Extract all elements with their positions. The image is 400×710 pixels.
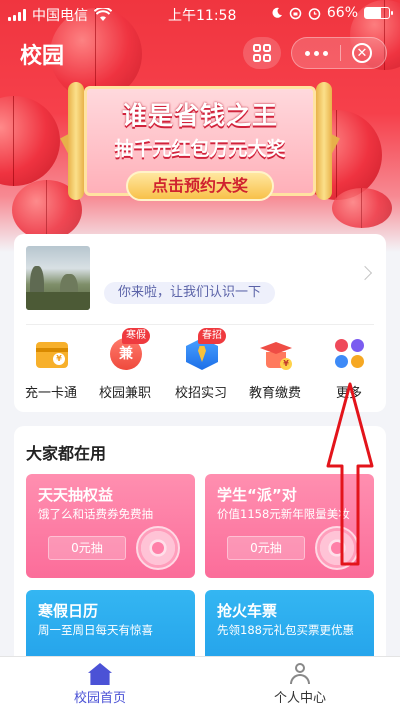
clock: 上午11:58 xyxy=(168,8,237,24)
section-title: 大家都在用 xyxy=(26,444,107,463)
carrier-label: 中国电信 xyxy=(32,8,88,24)
tab-label: 个人中心 xyxy=(273,691,326,706)
lantern-decoration xyxy=(332,188,392,228)
promo-banner[interactable]: 谁是省钱之王 抽千元红包万元大奖 点击预约大奖 xyxy=(68,76,332,208)
prize-wheel-icon xyxy=(136,526,180,570)
education-fee-icon: ¥ xyxy=(260,338,292,370)
lantern-decoration xyxy=(0,96,60,186)
moon-icon xyxy=(272,7,282,18)
battery-icon xyxy=(364,7,393,19)
promo-title: 学生“派”对 xyxy=(217,486,297,504)
scan-button[interactable] xyxy=(243,37,281,69)
alarm-icon xyxy=(308,7,321,20)
more-options-button[interactable] xyxy=(292,38,340,68)
quick-item-label: 校园兼职 xyxy=(98,386,151,401)
rotation-lock-icon xyxy=(289,7,302,19)
quick-item-part-time[interactable]: 兼 寒假 校园兼职 xyxy=(88,328,162,404)
season-badge: 春招 xyxy=(198,328,226,344)
promo-card-daily-draw[interactable]: 天天抽权益 饿了么和话费券免费抽 0元抽 xyxy=(26,474,195,578)
avatar[interactable] xyxy=(26,246,90,310)
free-draw-button[interactable]: 0元抽 xyxy=(48,536,126,560)
mini-program-capsule: ✕ xyxy=(291,37,387,69)
promo-title: 抢火车票 xyxy=(217,602,278,620)
promo-subtitle: 饿了么和话费券免费抽 xyxy=(38,507,153,521)
banner-cta-button[interactable]: 点击预约大奖 xyxy=(126,171,274,201)
quick-item-internship[interactable]: 春招 校招实习 xyxy=(164,328,238,404)
user-icon xyxy=(288,663,312,685)
close-icon: ✕ xyxy=(356,45,368,61)
tab-profile[interactable]: 个人中心 xyxy=(200,657,400,710)
signal-icon xyxy=(8,9,26,21)
scan-icon xyxy=(253,44,271,62)
promo-title: 寒假日历 xyxy=(38,602,99,620)
quick-item-education-fee[interactable]: ¥ 教育缴费 xyxy=(238,334,312,404)
tab-label: 校园首页 xyxy=(73,691,126,706)
tab-home[interactable]: 校园首页 xyxy=(0,657,200,710)
promo-subtitle: 周一至周日每天有惊喜 xyxy=(38,623,153,637)
battery-percent: 66% xyxy=(326,5,358,21)
more-grid-icon xyxy=(334,338,366,370)
divider xyxy=(26,324,374,325)
chevron-right-icon[interactable] xyxy=(357,265,373,281)
quick-item-campus-card[interactable]: ¥ 充一卡通 xyxy=(14,334,88,404)
banner-subtitle: 抽千元红包万元大奖 xyxy=(114,138,286,160)
greeting-label[interactable]: 你来啦，让我们认识一下 xyxy=(104,282,276,304)
home-icon xyxy=(88,663,112,685)
campus-card-icon: ¥ xyxy=(36,342,68,368)
capsule-divider xyxy=(340,45,341,61)
promo-title: 天天抽权益 xyxy=(38,486,114,504)
banner-title: 谁是省钱之王 xyxy=(121,101,278,130)
page-title: 校园 xyxy=(20,44,65,69)
annotation-arrow xyxy=(326,382,374,566)
status-bar: 中国电信 上午11:58 66% xyxy=(0,0,400,28)
free-draw-button[interactable]: 0元抽 xyxy=(227,536,305,560)
promo-subtitle: 先领188元礼包买票更优惠 xyxy=(217,623,354,637)
close-button[interactable]: ✕ xyxy=(352,43,372,63)
tab-bar: 校园首页 个人中心 xyxy=(0,656,400,710)
wifi-icon xyxy=(94,8,112,21)
season-badge: 寒假 xyxy=(122,328,150,344)
